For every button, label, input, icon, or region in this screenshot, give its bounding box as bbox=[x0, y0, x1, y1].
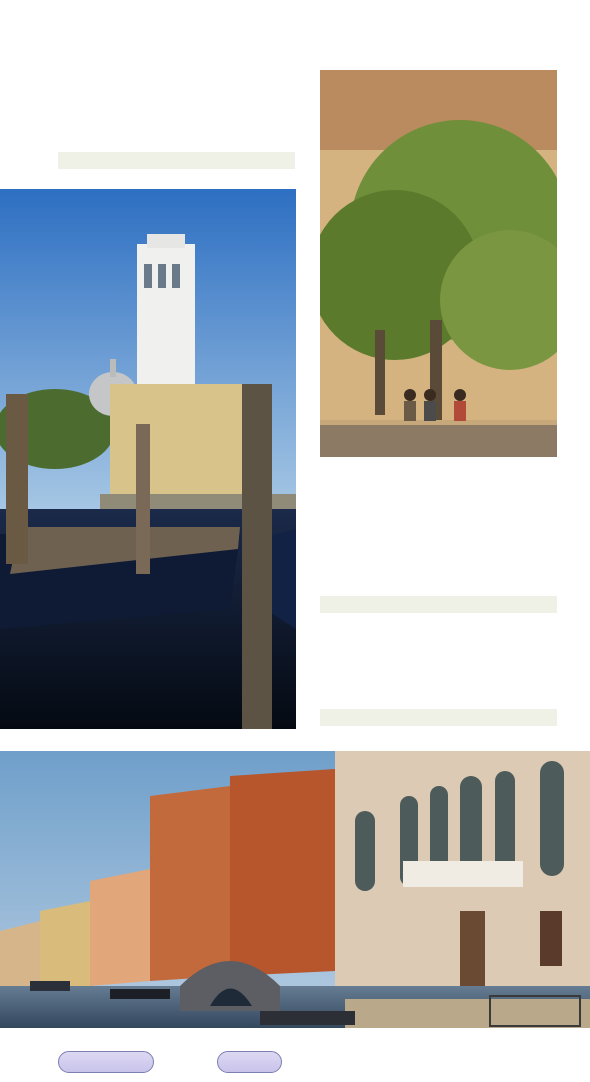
caption-band-right-lower bbox=[320, 709, 557, 726]
church-bell-tower-photo bbox=[0, 189, 296, 729]
nav-button-right[interactable] bbox=[217, 1051, 282, 1073]
caption-band-top-left bbox=[58, 152, 295, 169]
caption-band-right-mid bbox=[320, 596, 557, 613]
canal-buildings-photo bbox=[0, 751, 590, 1028]
tree-square-photo bbox=[320, 70, 557, 457]
nav-button-left[interactable] bbox=[58, 1051, 154, 1073]
